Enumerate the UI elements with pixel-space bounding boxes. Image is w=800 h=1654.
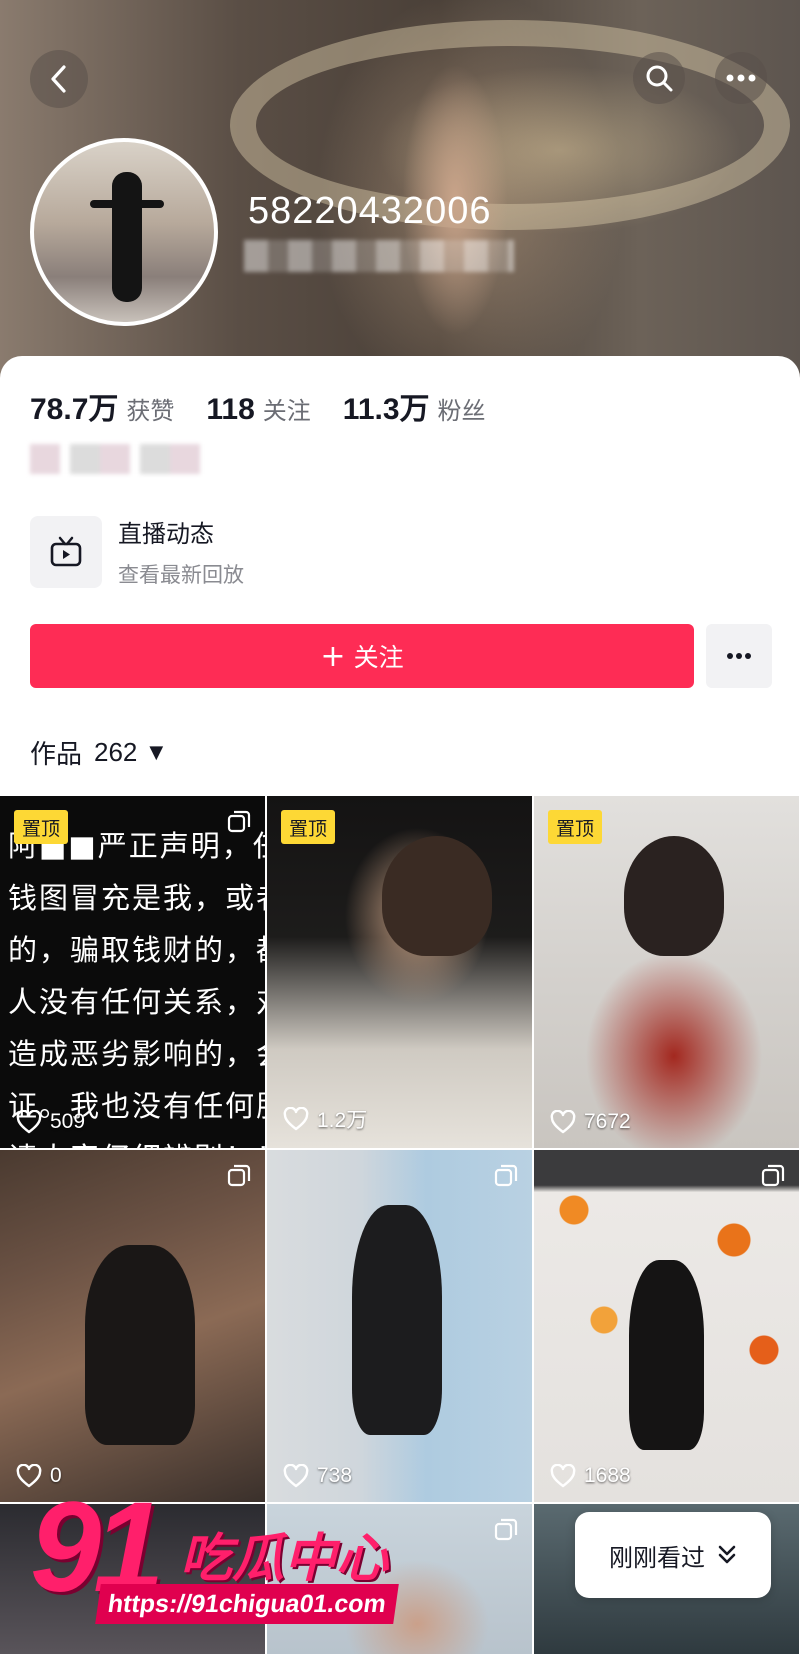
avatar[interactable] [30,138,218,326]
stat-value: 118 [206,393,255,426]
stat-following[interactable]: 118 关注 [206,391,310,427]
like-count: 1688 [550,1464,631,1488]
like-count: 509 [16,1110,85,1134]
user-id: 58220432006 [248,190,492,232]
tv-icon [50,536,82,566]
heart-icon [283,1107,309,1131]
like-count: 7672 [550,1110,631,1134]
portrait-subject [85,1245,195,1445]
back-button[interactable] [30,50,88,108]
more-dots-icon [727,653,751,659]
follow-button-label: 关注 [353,643,404,672]
stat-value: 78.7万 [30,393,119,426]
multi-image-icon [494,1518,518,1541]
more-dots-icon [726,74,756,82]
avatar-person-silhouette [112,172,142,302]
multi-image-icon [761,1164,785,1187]
heart-icon [550,1110,576,1134]
multi-image-icon [227,810,251,833]
video-tile[interactable]: 置顶 7672 [534,796,799,1148]
watermark-logo: 91 吃瓜中心 https://91chigua01.com [30,1474,430,1654]
stat-label: 关注 [262,397,311,425]
multi-image-icon [227,1164,251,1187]
caret-down-icon: ▼ [149,742,164,763]
pinned-badge: 置顶 [281,810,336,844]
heart-icon [16,1110,42,1134]
chevron-left-icon [51,65,66,93]
recently-viewed-label: 刚刚看过 [609,1543,705,1572]
follow-more-button[interactable] [706,624,772,688]
search-icon [646,65,673,92]
portrait-subject [624,836,724,956]
like-count-value: 7672 [584,1110,631,1133]
stat-likes[interactable]: 78.7万 获赞 [30,384,174,428]
stat-followers[interactable]: 11.3万 粉丝 [343,384,486,428]
watermark-url: https://91chigua01.com [95,1584,399,1624]
plus-icon: + [320,638,346,674]
avatar-person-arms [90,200,164,208]
profile-card: 78.7万 获赞 118 关注 11.3万 粉丝 直播动态 查看最新回放 + 关… [0,356,800,796]
portrait-subject [352,1205,442,1435]
stat-label: 粉丝 [437,397,486,425]
stat-value: 11.3万 [342,393,430,426]
works-tab[interactable]: 作品 262 ▼ [30,734,163,771]
pinned-badge: 置顶 [548,810,603,844]
video-tile[interactable]: 置顶 1.2万 [267,796,532,1148]
portrait-subject [382,836,492,956]
like-count-value: 509 [50,1110,86,1133]
video-tile[interactable]: 阿■■严正声明，任 钱图冒充是我，或者 的，骗取钱财的，都 人没有任何关系，对 … [0,796,265,1148]
blurred-account-info [244,240,514,272]
works-count: 262 [94,737,138,767]
heart-icon [550,1464,576,1488]
double-chevron-down-icon [718,1545,736,1564]
live-entry[interactable]: 直播动态 查看最新回放 [30,514,244,589]
more-options-button[interactable] [715,52,767,104]
multi-image-icon [494,1164,518,1187]
works-tab-label: 作品 [30,740,83,770]
follow-button[interactable]: + 关注 [30,624,694,688]
blurred-bio [30,444,210,474]
live-title: 直播动态 [118,520,214,548]
portrait-subject [629,1260,704,1450]
video-cover-text: 阿■■严正声明，任 钱图冒充是我，或者 的，骗取钱财的，都 人没有任何关系，对 … [8,829,265,1148]
live-subtitle: 查看最新回放 [118,563,244,587]
video-tile[interactable]: 1688 [534,1150,799,1502]
like-count: 1.2万 [283,1104,367,1134]
video-tile[interactable]: 738 [267,1150,532,1502]
like-count-value: 1.2万 [317,1109,368,1132]
like-count-value: 1688 [584,1464,631,1487]
recently-viewed-button[interactable]: 刚刚看过 [575,1512,771,1598]
stats-row: 78.7万 获赞 118 关注 11.3万 粉丝 [30,384,518,428]
pinned-badge: 置顶 [14,810,69,844]
stat-label: 获赞 [126,397,175,425]
video-tile[interactable]: 0 [0,1150,265,1502]
search-button[interactable] [633,52,685,104]
watermark-name: 吃瓜中心 [180,1529,389,1589]
live-icon-box [30,515,102,588]
